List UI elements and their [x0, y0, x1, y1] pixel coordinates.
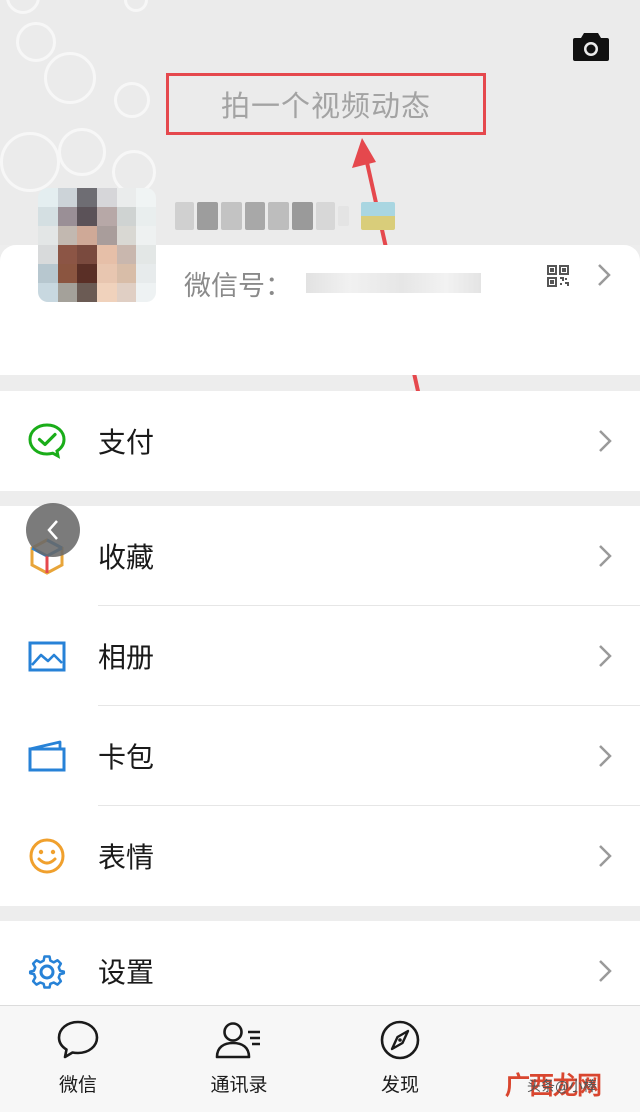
wechat-id-label: 微信号：	[184, 270, 292, 302]
qr-code-icon[interactable]	[546, 264, 570, 288]
nickname-blur	[337, 206, 350, 226]
menu-group-main: 收藏 相册 卡包 表情	[0, 506, 640, 906]
wechat-pay-icon	[27, 421, 67, 461]
wechat-id-blur	[306, 273, 481, 293]
tab-chats[interactable]: 微信	[18, 1006, 138, 1112]
menu-group-pay: 支付	[0, 391, 640, 491]
menu-item-cards[interactable]: 卡包	[0, 706, 640, 806]
chevron-left-icon	[47, 520, 58, 540]
tab-contacts[interactable]: 通讯录	[179, 1006, 299, 1112]
chevron-right-icon	[598, 429, 612, 453]
contacts-icon	[215, 1022, 260, 1059]
nickname-blur	[175, 202, 194, 230]
compass-icon	[380, 1020, 420, 1060]
watermark: 广西龙网 头条@小棒	[505, 1064, 635, 1104]
menu-item-label: 收藏	[98, 541, 155, 574]
tab-discover[interactable]: 发现	[340, 1006, 460, 1112]
chevron-right-icon	[598, 544, 612, 568]
chevron-right-icon	[598, 844, 612, 868]
chevron-right-icon	[598, 959, 612, 983]
smiley-icon	[27, 836, 67, 876]
chevron-right-icon	[598, 744, 612, 768]
menu-item-label: 卡包	[98, 741, 155, 774]
menu-item-label: 相册	[98, 641, 155, 674]
nickname-blur	[315, 202, 335, 230]
menu-item-stickers[interactable]: 表情	[0, 806, 640, 906]
menu-item-label: 表情	[98, 841, 155, 874]
avatar[interactable]	[38, 188, 156, 302]
arrow-head	[352, 138, 376, 168]
nickname-blur	[268, 202, 290, 230]
menu-item-label: 设置	[98, 956, 155, 989]
tab-label: 发现	[380, 1074, 419, 1096]
chevron-right-icon	[596, 262, 612, 288]
nickname-blur	[244, 202, 266, 230]
watermark-source-text: 头条@小棒	[527, 1079, 597, 1095]
nickname-blur	[292, 202, 313, 230]
menu-item-pay[interactable]: 支付	[0, 391, 640, 491]
tab-label: 微信	[58, 1074, 97, 1096]
nickname-blur	[196, 202, 218, 230]
chat-bubble-icon	[57, 1020, 99, 1059]
card-wallet-icon	[27, 736, 67, 776]
tab-label: 通讯录	[210, 1074, 268, 1096]
menu-item-favorites[interactable]: 收藏	[0, 506, 640, 606]
menu-item-label: 支付	[98, 426, 155, 459]
floating-back-button[interactable]	[26, 503, 80, 557]
menu-item-album[interactable]: 相册	[0, 606, 640, 706]
nickname-emoji-blur	[360, 202, 395, 230]
chevron-right-icon	[598, 644, 612, 668]
wechat-id-row[interactable]: 微信号：	[184, 262, 544, 304]
nickname-blur	[220, 202, 242, 230]
nickname[interactable]	[175, 199, 395, 233]
menu-group-settings: 设置	[0, 921, 640, 1005]
gear-icon	[27, 951, 67, 991]
album-icon	[27, 636, 67, 676]
nickname-blur	[352, 202, 358, 230]
